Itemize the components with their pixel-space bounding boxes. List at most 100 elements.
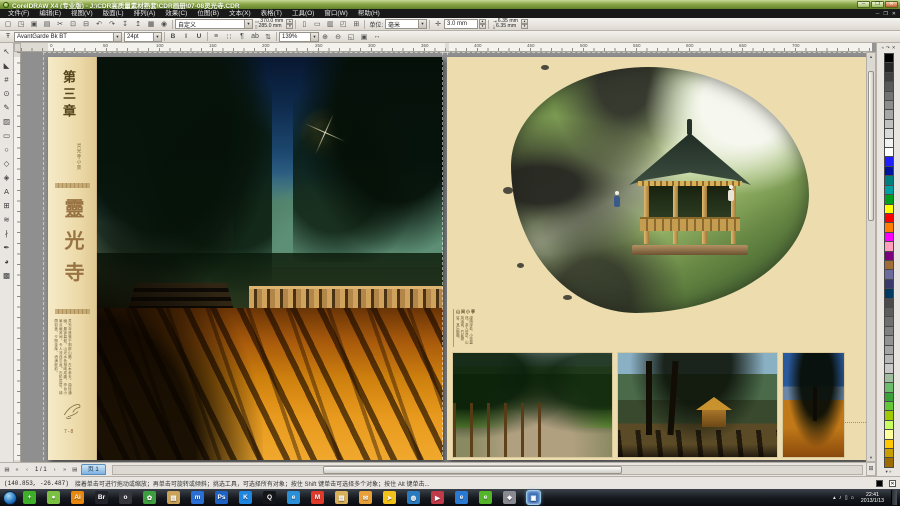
scroll-down-icon[interactable]: ▼ (867, 455, 875, 460)
color-swatch-7[interactable] (884, 120, 894, 129)
freehand-tool[interactable]: ✎ (1, 101, 13, 114)
units-select[interactable]: 毫米▼ (385, 19, 427, 29)
color-swatch-42[interactable] (884, 449, 894, 458)
bullet-list-button[interactable]: ∷ (223, 31, 235, 42)
welcome-screen-button[interactable]: ◉ (158, 19, 170, 30)
color-swatch-27[interactable] (884, 308, 894, 317)
tray-icon[interactable]: ▴ (833, 495, 836, 501)
right-page[interactable]: 山间小亭 绿荫深处，小亭翼然。游人驻足，山风送爽，竹影婆娑，其乐融融。 (447, 57, 866, 460)
taskbar-coreldraw-active[interactable]: ▣ (527, 491, 540, 504)
text-tool[interactable]: A (1, 185, 13, 198)
color-swatch-13[interactable] (884, 176, 894, 185)
blend-tool[interactable]: ≋ (1, 213, 13, 226)
doc-window-control-icon[interactable]: ✕ (892, 11, 896, 17)
left-page[interactable]: 第三章 灵光寺小景 靈光寺 灵光寺座落于阴那山麓，古木参天，曲径通幽，晨钟暮鼓，… (48, 57, 443, 460)
canvas[interactable]: 第三章 灵光寺小景 靈光寺 灵光寺座落于阴那山麓，古木参天，曲径通幽，晨钟暮鼓，… (21, 52, 866, 462)
color-swatch-17[interactable] (884, 214, 894, 223)
cut-button[interactable]: ✂ (54, 19, 66, 30)
color-swatch-40[interactable] (884, 430, 894, 439)
paste-button[interactable]: ⊟ (80, 19, 92, 30)
portrait-button[interactable]: ▯ (298, 19, 310, 30)
chapter-sidebar[interactable]: 第三章 灵光寺小景 靈光寺 灵光寺座落于阴那山麓，古木参天，曲径通幽，晨钟暮鼓，… (48, 57, 97, 460)
horizontal-scrollbar[interactable] (112, 465, 863, 475)
align-button[interactable]: ≡ (210, 31, 222, 42)
font-name-select[interactable]: AvantGarde Bk BT▼ (14, 32, 122, 42)
zoom-level-select[interactable]: 139%▼ (279, 32, 319, 42)
bold-button[interactable]: B (167, 31, 179, 42)
duplicate-distance-fields[interactable]: ⇥6.35 mm ⤓6.35 mm (493, 19, 518, 30)
app-launcher-button[interactable]: ▦ (145, 19, 157, 30)
palette-scroll-down-icon[interactable]: ▾ » (885, 468, 891, 476)
zoom-tool[interactable]: ⊙ (1, 87, 13, 100)
paper-size-spinner[interactable]: ▲▼ (286, 19, 293, 29)
color-swatch-28[interactable] (884, 317, 894, 326)
ellipse-tool[interactable]: ○ (1, 143, 13, 156)
undo-button[interactable]: ↶ (93, 19, 105, 30)
taskbar-folder-share[interactable]: ▤ (167, 491, 180, 504)
zoom-page-button[interactable]: ▣ (358, 31, 370, 42)
color-swatch-36[interactable] (884, 393, 894, 402)
page-preset-select[interactable]: 自定义▼ (175, 19, 253, 29)
vertical-ruler[interactable] (14, 52, 21, 462)
taskbar-360safe[interactable]: + (23, 491, 36, 504)
new-button[interactable]: ▢ (2, 19, 14, 30)
document-navigator-button[interactable]: ⊞ (866, 462, 876, 476)
color-swatch-34[interactable] (884, 374, 894, 383)
paper-size-fields[interactable]: ▭370.0 mm ▯285.0 mm (255, 19, 283, 30)
taskbar-globe[interactable]: ◍ (407, 491, 420, 504)
menu-item-11[interactable]: 帮助(H) (353, 10, 385, 17)
taskbar-mail[interactable]: ✉ (359, 491, 372, 504)
temple-steps-photo[interactable] (97, 57, 443, 460)
taskbar-thunder[interactable]: ➤ (383, 491, 396, 504)
taskbar-kugou[interactable]: K (239, 491, 252, 504)
save-button[interactable]: ▣ (28, 19, 40, 30)
last-page-button[interactable]: » (61, 467, 69, 473)
sunset-tree-photo-thumbnail[interactable] (782, 352, 845, 458)
color-swatch-11[interactable] (884, 157, 894, 166)
color-swatch-24[interactable] (884, 280, 894, 289)
scroll-up-icon[interactable]: ▲ (867, 54, 875, 59)
taskbar-photoshop[interactable]: Ps (215, 491, 228, 504)
taskbar-folder[interactable]: ▤ (335, 491, 348, 504)
add-page-button[interactable]: ▤ (3, 467, 11, 473)
shape-tool[interactable]: ◣ (1, 59, 13, 72)
underline-button[interactable]: U (193, 31, 205, 42)
horizontal-ruler[interactable]: 0501001502002503003504004505005506006507… (21, 43, 872, 52)
table-tool[interactable]: ⊞ (1, 199, 13, 212)
menu-item-9[interactable]: 工具(O) (287, 10, 319, 17)
color-swatch-0[interactable] (884, 53, 894, 63)
vertical-scrollbar[interactable]: ▲ ▼ (866, 52, 876, 462)
menu-item-4[interactable]: 排列(A) (129, 10, 161, 17)
menu-item-2[interactable]: 视图(V) (66, 10, 98, 17)
eyedropper-tool[interactable]: ∤ (1, 227, 13, 240)
nudge-input[interactable]: 3.0 mm (444, 19, 478, 29)
outline-tool[interactable]: ✒ (1, 241, 13, 254)
taskbar-msn[interactable]: ❖ (503, 491, 516, 504)
page-tab[interactable]: 页 1 (81, 464, 106, 475)
pick-tool[interactable]: ↖ (1, 45, 13, 58)
tray-icon[interactable]: ▯ (845, 495, 848, 501)
taskbar-browser-swirl[interactable]: e (287, 491, 300, 504)
minimize-button[interactable]: ─ (857, 1, 870, 8)
ruler-origin[interactable] (14, 43, 21, 52)
palette-options-icon[interactable]: ↷ (886, 45, 890, 51)
color-swatch-25[interactable] (884, 289, 894, 298)
taskbar-illustrator[interactable]: Ai (71, 491, 84, 504)
color-swatch-5[interactable] (884, 101, 894, 110)
polygon-tool[interactable]: ◇ (1, 157, 13, 170)
doc-window-control-icon[interactable]: ❐ (883, 11, 887, 17)
color-swatch-3[interactable] (884, 82, 894, 91)
menu-item-3[interactable]: 版面(L) (98, 10, 129, 17)
taskbar-ie[interactable]: e (455, 491, 468, 504)
import-button[interactable]: ↧ (119, 19, 131, 30)
menu-item-10[interactable]: 窗口(W) (319, 10, 352, 17)
show-desktop-button[interactable] (891, 490, 897, 505)
pavilion-photo-thumbnail[interactable] (617, 352, 778, 458)
tray-clock[interactable]: 22:41 2013/1/13 (861, 492, 884, 504)
all-pages-button[interactable]: ▥ (324, 19, 336, 30)
copy-button[interactable]: ⊡ (67, 19, 79, 30)
drawing-units-button[interactable]: ◰ (337, 19, 349, 30)
color-swatch-12[interactable] (884, 167, 894, 176)
color-swatch-16[interactable] (884, 205, 894, 214)
color-swatch-6[interactable] (884, 110, 894, 119)
